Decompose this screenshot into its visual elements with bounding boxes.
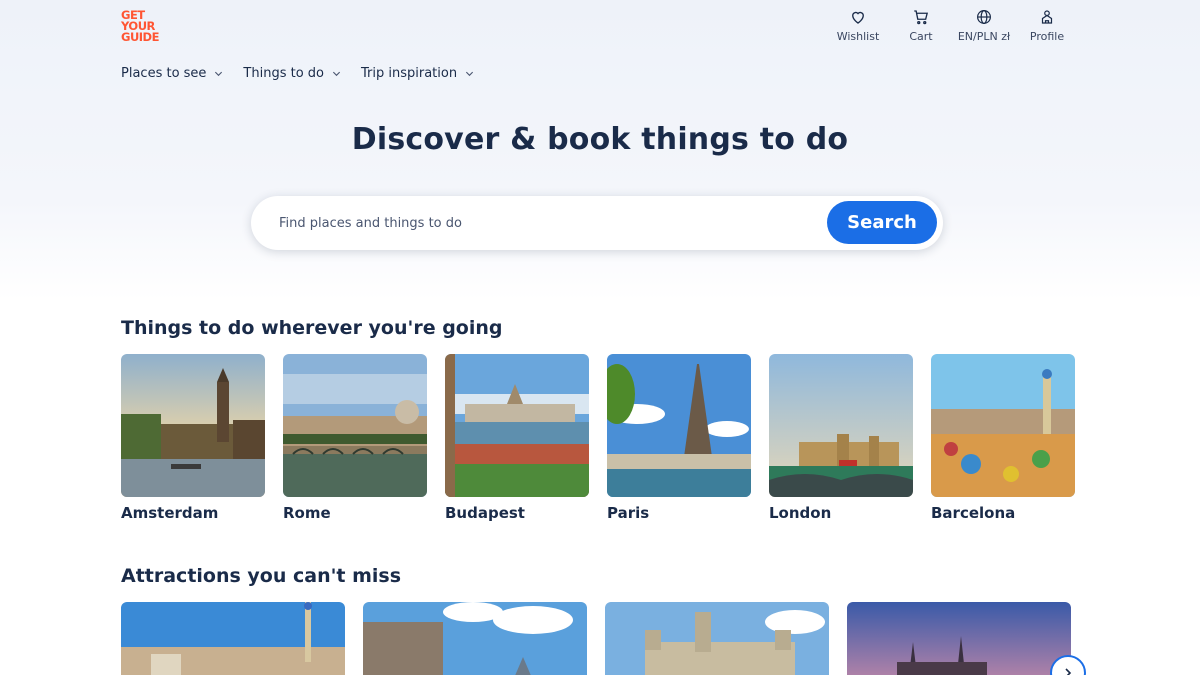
search-bar: Search bbox=[251, 196, 943, 250]
globe-icon bbox=[977, 10, 991, 24]
cart-label: Cart bbox=[909, 30, 933, 43]
search-input[interactable] bbox=[279, 213, 799, 233]
destination-image bbox=[931, 354, 1075, 497]
destination-image bbox=[607, 354, 751, 497]
destination-name: Barcelona bbox=[931, 504, 1016, 522]
attractions-section-title: Attractions you can't miss bbox=[121, 565, 402, 587]
destination-card-london[interactable]: London bbox=[769, 354, 913, 522]
language-currency-label: EN/PLN zł bbox=[957, 30, 1011, 43]
heart-icon bbox=[852, 11, 864, 24]
attraction-image bbox=[847, 602, 1071, 675]
search-button[interactable]: Search bbox=[827, 201, 937, 244]
profile-button[interactable]: Profile bbox=[1015, 8, 1079, 43]
language-currency-button[interactable]: EN/PLN zł bbox=[952, 8, 1016, 43]
destinations-list: Amsterdam Rome Budapest Paris London Bar… bbox=[121, 354, 1075, 522]
attraction-image bbox=[605, 602, 829, 675]
attraction-card[interactable] bbox=[847, 602, 1071, 675]
cart-button[interactable]: Cart bbox=[889, 8, 953, 43]
attractions-list bbox=[121, 602, 1071, 675]
destination-card-amsterdam[interactable]: Amsterdam bbox=[121, 354, 265, 522]
chevron-down-icon bbox=[215, 71, 223, 77]
main-nav: Places to see Things to do Trip inspirat… bbox=[121, 66, 494, 81]
destination-name: Budapest bbox=[445, 504, 525, 522]
destination-card-barcelona[interactable]: Barcelona bbox=[931, 354, 1075, 522]
destination-card-budapest[interactable]: Budapest bbox=[445, 354, 589, 522]
attraction-image bbox=[121, 602, 345, 675]
nav-places-to-see[interactable]: Places to see bbox=[121, 66, 223, 81]
chevron-down-icon bbox=[332, 71, 341, 77]
attraction-card[interactable] bbox=[121, 602, 345, 675]
cart-icon bbox=[914, 10, 929, 25]
top-actions: Wishlist Cart EN/PLN zł Profile bbox=[826, 8, 1078, 43]
destination-name: London bbox=[769, 504, 832, 522]
destination-image bbox=[283, 354, 427, 497]
wishlist-button[interactable]: Wishlist bbox=[826, 8, 890, 43]
hero-title: Discover & book things to do bbox=[351, 122, 849, 157]
chevron-right-icon bbox=[1065, 668, 1072, 675]
logo-line-3: GUIDE bbox=[121, 30, 159, 44]
header: GET YOUR GUIDE Wishlist Cart EN/PLN zł P… bbox=[0, 0, 1200, 100]
destination-image bbox=[445, 354, 589, 497]
profile-label: Profile bbox=[1029, 30, 1065, 43]
profile-icon bbox=[1041, 10, 1053, 24]
nav-label: Trip inspiration bbox=[361, 66, 458, 81]
attraction-image bbox=[363, 602, 587, 675]
attraction-card[interactable] bbox=[363, 602, 587, 675]
destination-name: Paris bbox=[607, 504, 650, 522]
destination-name: Amsterdam bbox=[121, 504, 219, 522]
destinations-section-title: Things to do wherever you're going bbox=[121, 317, 503, 339]
nav-trip-inspiration[interactable]: Trip inspiration bbox=[361, 66, 474, 81]
chevron-down-icon bbox=[466, 71, 474, 77]
destination-name: Rome bbox=[283, 504, 331, 522]
destination-image bbox=[769, 354, 913, 497]
destination-card-paris[interactable]: Paris bbox=[607, 354, 751, 522]
nav-label: Places to see bbox=[121, 66, 207, 81]
attraction-card[interactable] bbox=[605, 602, 829, 675]
destination-card-rome[interactable]: Rome bbox=[283, 354, 427, 522]
getyourguide-logo[interactable]: GET YOUR GUIDE bbox=[121, 9, 159, 44]
nav-things-to-do[interactable]: Things to do bbox=[243, 66, 341, 81]
nav-label: Things to do bbox=[243, 66, 324, 81]
destination-image bbox=[121, 354, 265, 497]
wishlist-label: Wishlist bbox=[836, 30, 880, 43]
